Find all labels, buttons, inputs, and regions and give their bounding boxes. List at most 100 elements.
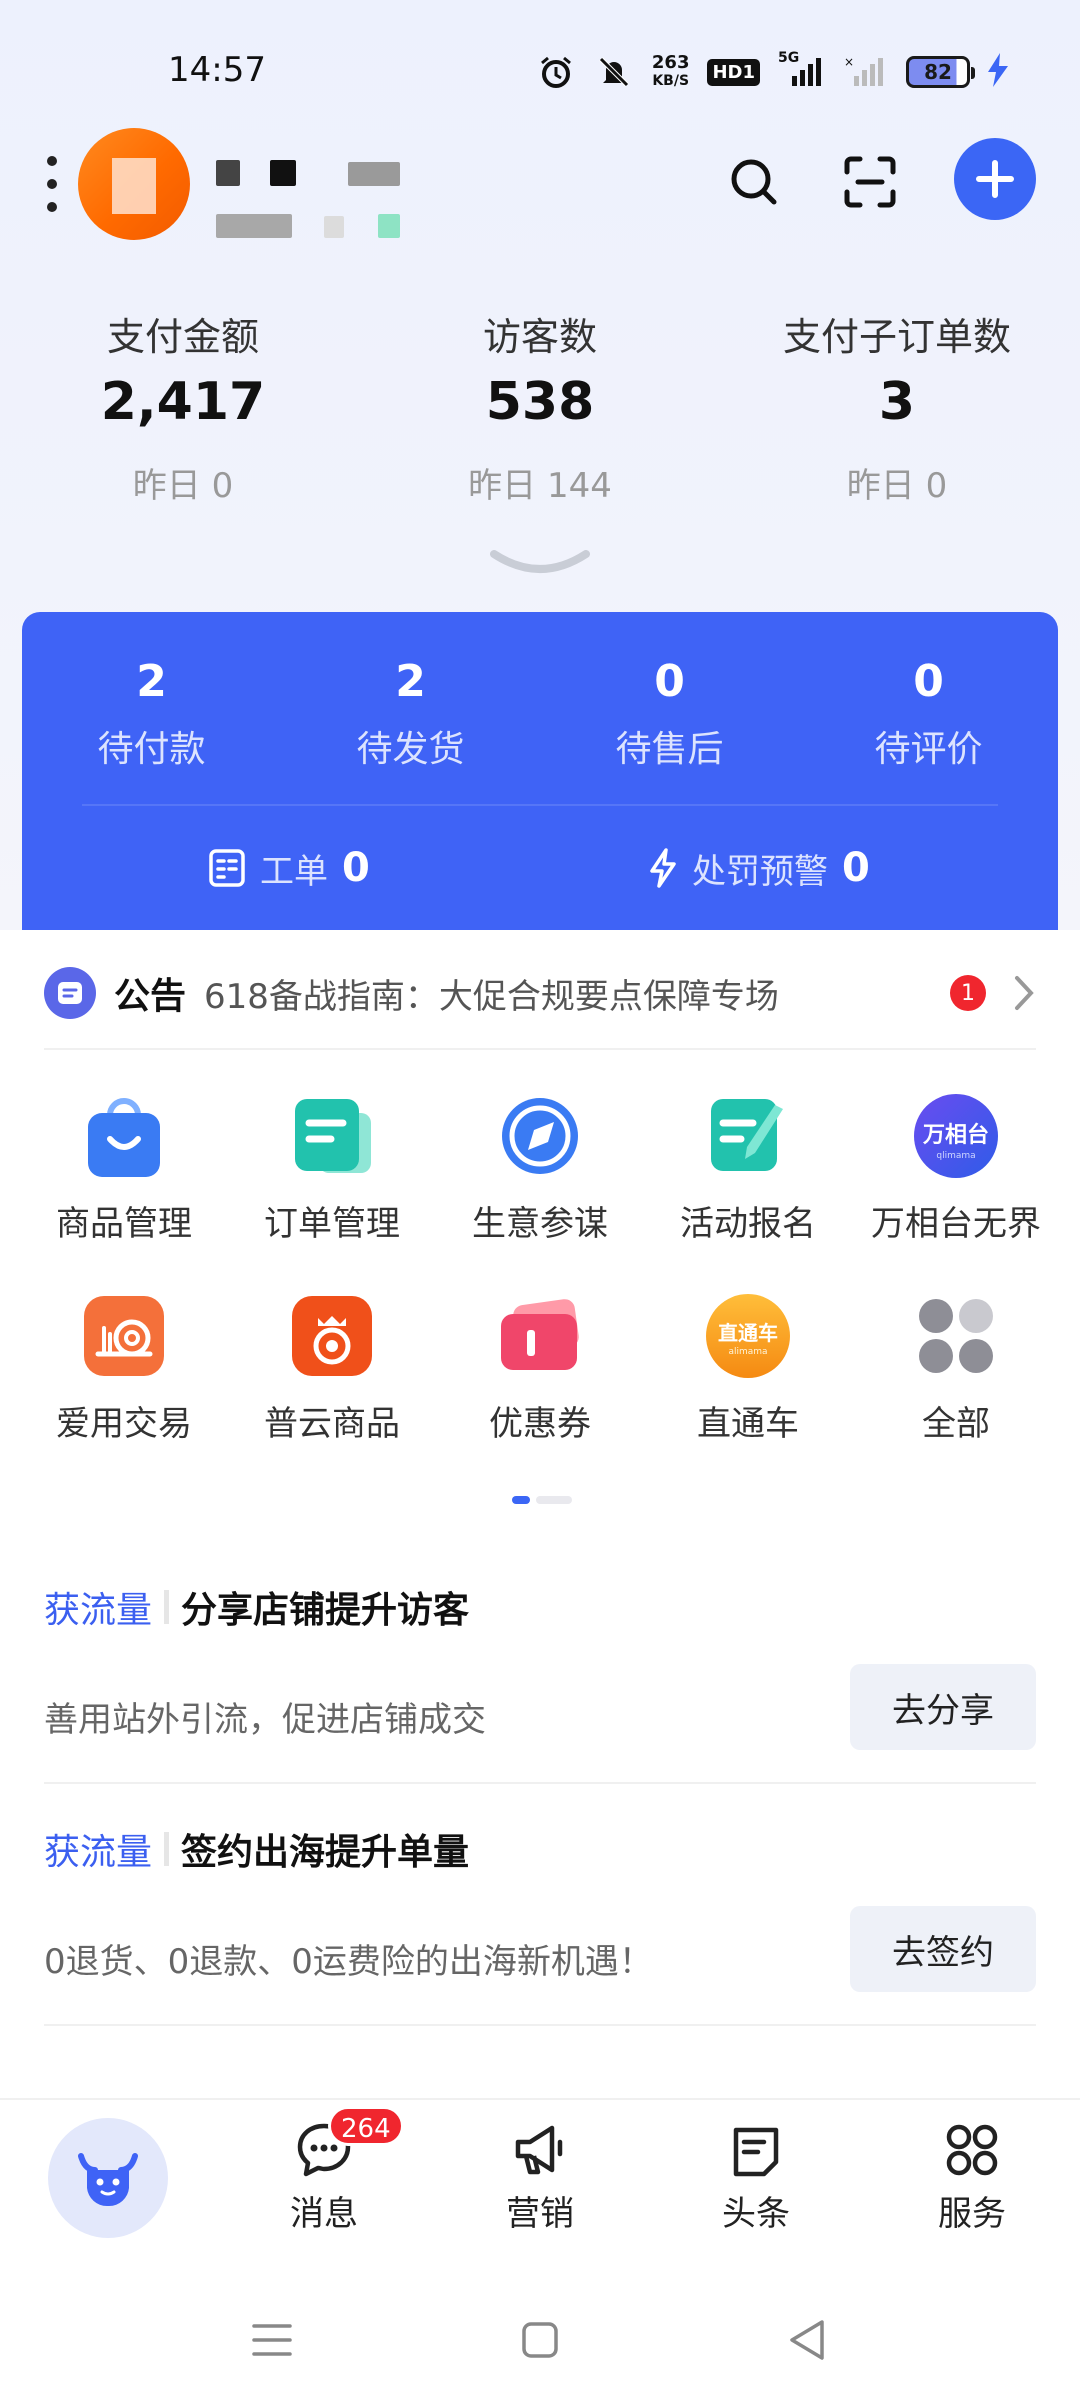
divider: [44, 1782, 1036, 1784]
grid-label: 万相台无界: [871, 1204, 1041, 1244]
tab-marketing[interactable]: 营销: [460, 2120, 620, 2235]
penalty-count: 0: [842, 845, 870, 891]
network-speed: 263 KB/S: [652, 54, 690, 90]
grid-item-all[interactable]: 全部: [852, 1290, 1060, 1480]
promo-header: 获流量 分享店铺提升访客: [44, 1580, 469, 1634]
snail-icon: [78, 1290, 170, 1382]
grid-label: 普云商品: [264, 1404, 400, 1444]
plus-icon[interactable]: [954, 138, 1036, 220]
announcement-text: 618备战指南：大促合规要点保障专场: [204, 976, 779, 1017]
divider: [164, 1832, 170, 1866]
divider: [44, 1048, 1036, 1050]
tab-label: 服务: [938, 2194, 1006, 2234]
grid-item-product-management[interactable]: 商品管理: [20, 1090, 228, 1280]
announcement-bar[interactable]: 公告 618备战指南：大促合规要点保障专场 1: [44, 958, 1036, 1028]
share-button[interactable]: 去分享: [850, 1664, 1036, 1750]
ztc-logo-sub: alimama: [728, 1347, 767, 1357]
network-speed-value: 263: [651, 52, 690, 73]
crown-swirl-icon: [286, 1290, 378, 1382]
order-count: 2: [136, 656, 167, 707]
penalty-warning-link[interactable]: 处罚预警 0: [648, 840, 870, 896]
announcement-title: 公告: [114, 976, 187, 1017]
order-label: 待评价: [874, 729, 983, 770]
shop-name-redacted: [214, 144, 404, 238]
page-indicator: [512, 1496, 572, 1504]
recent-apps-icon[interactable]: [242, 2310, 302, 2370]
order-count: 2: [395, 656, 426, 707]
order-pending-shipment[interactable]: 2 待发货: [281, 652, 540, 772]
order-pending-review[interactable]: 0 待评价: [799, 652, 1058, 772]
stat-value: 2,417: [100, 372, 266, 432]
stat-value: 3: [878, 372, 916, 432]
home-nav-icon[interactable]: [510, 2310, 570, 2370]
wanxiangtai-logo-icon: 万相台 qlimama: [910, 1090, 1002, 1182]
charging-icon: [988, 53, 1008, 91]
bull-mascot-icon: [78, 2153, 138, 2207]
grid-label: 优惠券: [489, 1404, 591, 1444]
stat-yesterday: 昨日 0: [132, 466, 234, 506]
penalty-label: 处罚预警: [692, 851, 828, 892]
tab-label: 头条: [722, 2194, 790, 2234]
expand-chevron-icon[interactable]: [490, 548, 590, 578]
tab-home[interactable]: [48, 2118, 168, 2238]
promo-tag: 获流量: [44, 1832, 153, 1873]
ztc-logo-icon: 直通车 alimama: [702, 1290, 794, 1382]
grid-item-wanxiangtai[interactable]: 万相台 qlimama 万相台无界: [852, 1090, 1060, 1280]
chevron-right-icon: [1015, 976, 1034, 1010]
all-dots-icon: [910, 1290, 1002, 1382]
grid-label: 商品管理: [56, 1204, 192, 1244]
order-label: 待发货: [356, 729, 465, 770]
stat-payment-amount[interactable]: 支付金额 2,417 昨日 0: [3, 310, 363, 507]
signup-pen-icon: [702, 1090, 794, 1182]
grid-item-ztc[interactable]: 直通车 alimama 直通车: [644, 1290, 852, 1480]
shop-avatar[interactable]: [78, 128, 190, 240]
grid-item-aiyong-trade[interactable]: 爱用交易: [20, 1290, 228, 1480]
promo-header: 获流量 签约出海提升单量: [44, 1822, 469, 1876]
grid-item-order-management[interactable]: 订单管理: [228, 1090, 436, 1280]
order-count: 0: [654, 656, 685, 707]
tab-label: 消息: [290, 2194, 358, 2234]
mute-bell-icon: [594, 52, 634, 92]
menu-icon[interactable]: [40, 156, 64, 212]
order-label: 待售后: [615, 729, 724, 770]
promo-card-share-shop: 获流量 分享店铺提升访客 善用站外引流，促进店铺成交 去分享: [44, 1580, 1036, 1800]
system-nav-bar: [0, 2278, 1080, 2400]
back-nav-icon[interactable]: [778, 2310, 838, 2370]
work-order-count: 0: [342, 845, 370, 891]
search-icon[interactable]: [712, 140, 796, 224]
message-badge: 264: [328, 2106, 404, 2146]
tab-messages[interactable]: 264 消息: [244, 2106, 404, 2235]
lightning-icon: [650, 848, 676, 888]
stat-visitors[interactable]: 访客数 538 昨日 144: [360, 310, 720, 507]
hd-icon: HD1: [707, 58, 760, 86]
ztc-logo-text: 直通车: [718, 1321, 778, 1345]
order-after-sales[interactable]: 0 待售后: [540, 652, 799, 772]
stat-value: 538: [485, 372, 595, 432]
grid-label: 订单管理: [264, 1204, 400, 1244]
divider: [164, 1590, 170, 1624]
status-bar: 14:57 263 KB/S HD1 5G × 82: [0, 40, 1080, 104]
grid-item-coupon[interactable]: 优惠券: [436, 1290, 644, 1480]
grid-item-activity-signup[interactable]: 活动报名: [644, 1090, 852, 1280]
announcement-badge: 1: [950, 975, 986, 1011]
alarm-icon: [536, 52, 576, 92]
tab-headlines[interactable]: 头条: [676, 2120, 836, 2235]
work-order-icon: [209, 849, 245, 887]
article-icon: [726, 2120, 786, 2180]
promo-title: 分享店铺提升访客: [181, 1590, 470, 1631]
order-pending-payment[interactable]: 2 待付款: [22, 652, 281, 772]
wanxiangtai-logo-sub: qlimama: [936, 1151, 975, 1161]
tab-services[interactable]: 服务: [892, 2120, 1052, 2235]
scan-icon[interactable]: [828, 140, 912, 224]
work-order-link[interactable]: 工单 0: [208, 840, 370, 896]
promo-description: 0退货、0退款、0运费险的出海新机遇！: [44, 1942, 653, 1982]
grid-item-business-advisor[interactable]: 生意参谋: [436, 1090, 644, 1280]
sign-up-button[interactable]: 去签约: [850, 1906, 1036, 1992]
promo-tag: 获流量: [44, 1590, 153, 1631]
grid-item-puyun-product[interactable]: 普云商品: [228, 1290, 436, 1480]
order-label: 待付款: [97, 729, 206, 770]
stat-sub-orders[interactable]: 支付子订单数 3 昨日 0: [717, 310, 1077, 507]
svg-text:×: ×: [844, 55, 854, 69]
promo-card-overseas: 获流量 签约出海提升单量 0退货、0退款、0运费险的出海新机遇！ 去签约: [44, 1822, 1036, 2042]
wanxiangtai-logo-text: 万相台: [922, 1122, 989, 1148]
